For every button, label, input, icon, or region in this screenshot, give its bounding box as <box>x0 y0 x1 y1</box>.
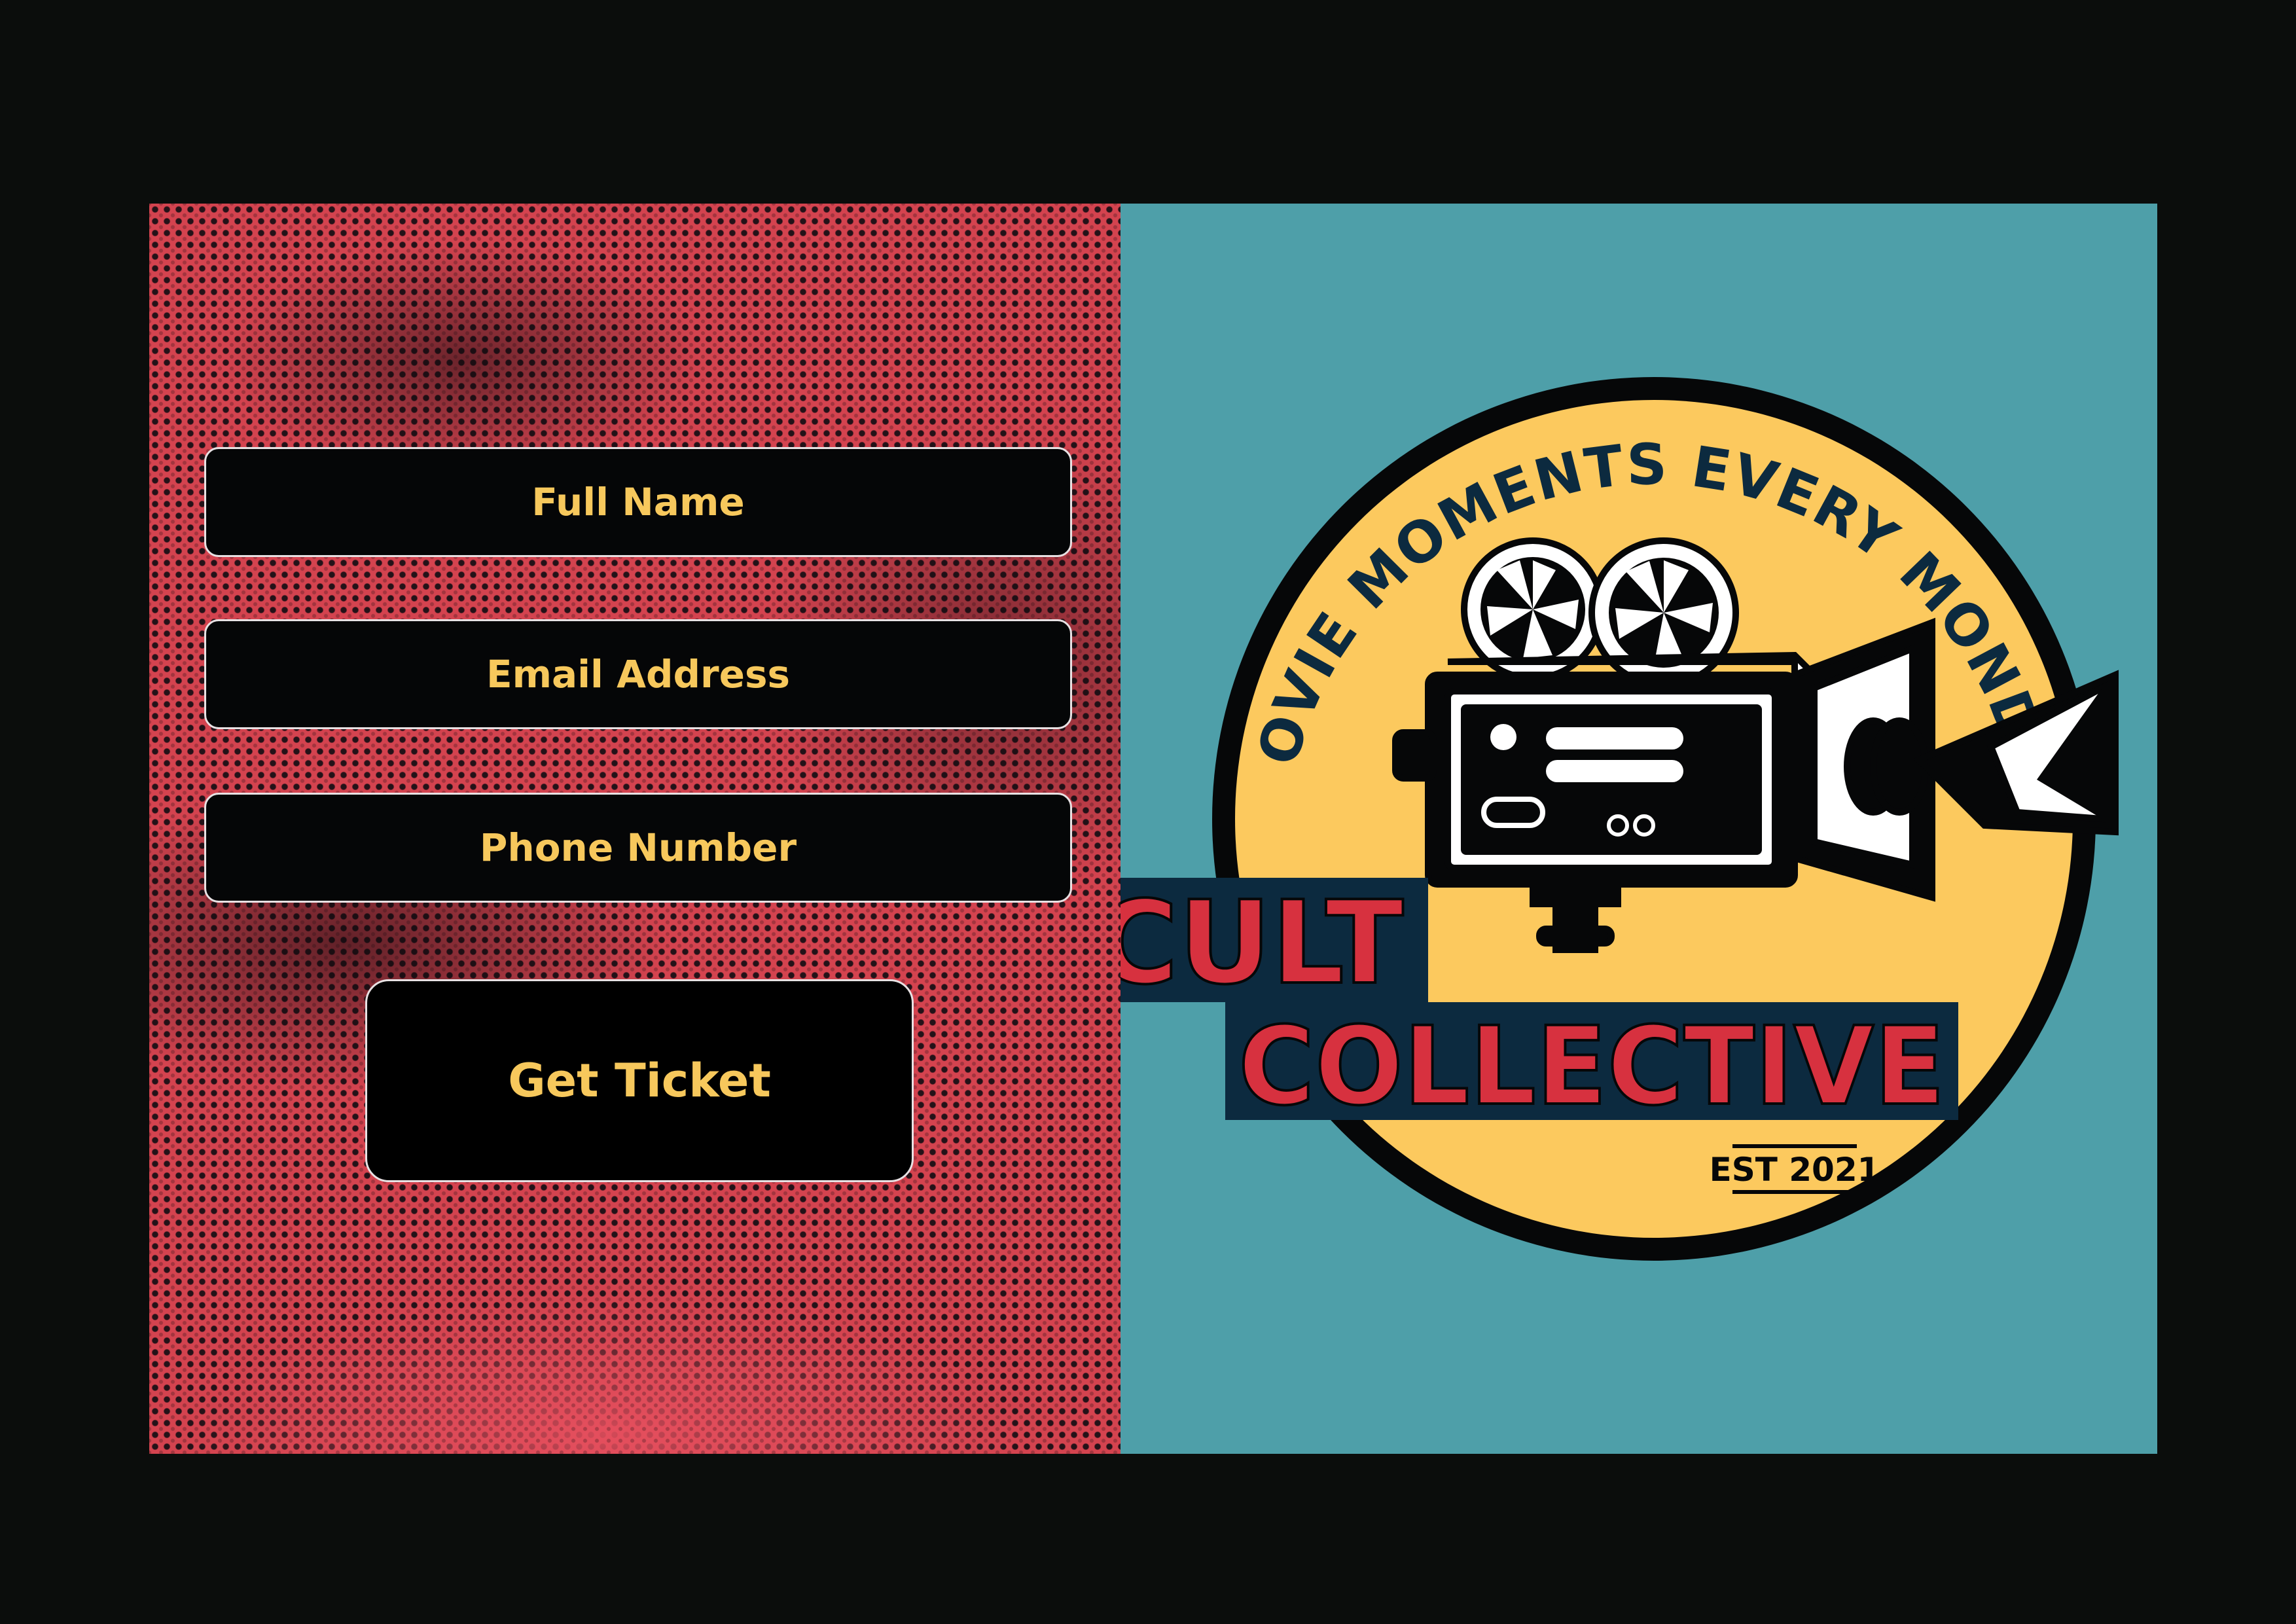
phone-number-field[interactable]: Phone Number <box>204 793 1072 903</box>
halftone-background-panel: Full Name Email Address Phone Number Get… <box>149 204 1121 1454</box>
logo-name-line1: CULT <box>1121 877 1403 1010</box>
logo-panel: MOVIE MOMENTS EVERY MONDAY <box>1121 204 2157 1454</box>
cult-collective-logo: MOVIE MOMENTS EVERY MONDAY <box>1121 204 2119 1261</box>
email-field[interactable]: Email Address <box>204 619 1072 729</box>
logo-established: EST 2021 <box>1710 1151 1880 1189</box>
ticket-card: Full Name Email Address Phone Number Get… <box>149 204 2157 1454</box>
logo-name-line2: COLLECTIVE <box>1238 1003 1945 1129</box>
full-name-field[interactable]: Full Name <box>204 447 1072 557</box>
get-ticket-button[interactable]: Get Ticket <box>365 979 914 1182</box>
